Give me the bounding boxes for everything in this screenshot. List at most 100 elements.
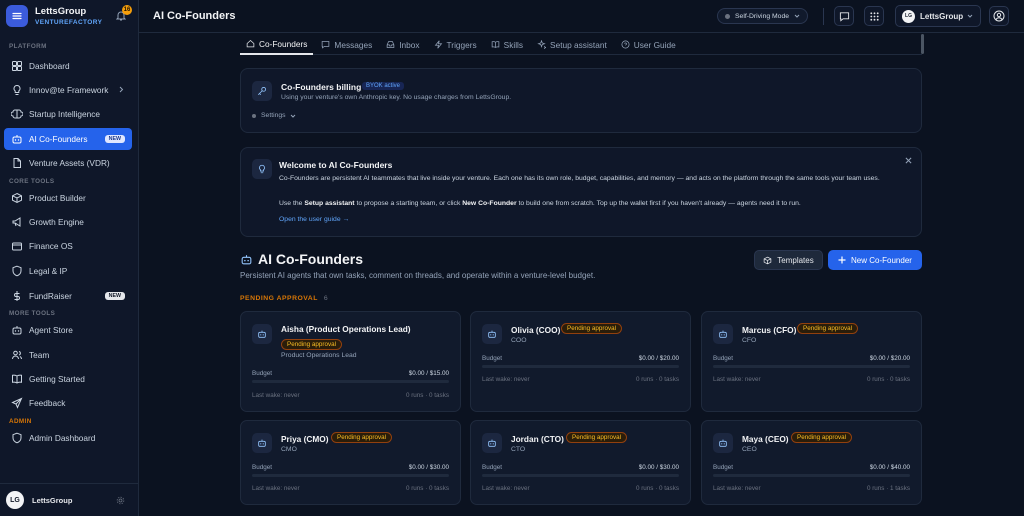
billing-description: Using your venture's own Anthropic key. …: [281, 94, 512, 101]
agent-name: Maya (CEO): [742, 434, 789, 444]
sidebar-item-label: Getting Started: [29, 374, 85, 384]
new-cofounder-button[interactable]: New Co-Founder: [828, 250, 922, 270]
tab-label: Skills: [503, 39, 524, 50]
messages-button[interactable]: [834, 6, 854, 26]
sidebar-item-agent-store[interactable]: Agent Store: [4, 319, 132, 341]
status-badge: Pending approval: [281, 339, 343, 350]
tab-user-guide[interactable]: User Guide: [615, 34, 682, 55]
tab-setup-assistant[interactable]: Setup assistant: [531, 34, 613, 55]
workspace-switcher[interactable]: LG LettsGroup: [895, 5, 981, 27]
templates-button[interactable]: Templates: [754, 250, 823, 270]
sidebar-item-label: Feedback: [29, 398, 66, 408]
sidebar-item-label: Admin Dashboard: [29, 433, 96, 443]
open-user-guide-link[interactable]: Open the user guide →: [279, 216, 349, 223]
agent-card[interactable]: Marcus (CFO) Pending approval CFO Budget…: [701, 311, 922, 412]
tab-label: Setup assistant: [550, 39, 607, 50]
user-circle-icon: [993, 10, 1005, 22]
workspace-avatar: LG: [902, 9, 915, 23]
button-label: Templates: [777, 255, 814, 265]
agent-card[interactable]: Aisha (Product Operations Lead) Pending …: [240, 311, 461, 412]
zap-icon: [434, 40, 442, 49]
agent-card[interactable]: Jordan (CTO) Pending approval CTO Budget…: [470, 420, 691, 505]
agent-role: COO: [511, 337, 527, 344]
sidebar-item-label: Legal & IP: [29, 266, 68, 276]
runs-tasks: 0 runs · 1 tasks: [866, 485, 910, 492]
apps-grid-button[interactable]: [864, 6, 884, 26]
workspace-name: LettsGroup: [920, 11, 964, 21]
sidebar-item-venture-assets[interactable]: Venture Assets (VDR): [4, 152, 132, 174]
budget-value: $0.00 / $20.00: [869, 355, 910, 362]
tab-inbox[interactable]: Inbox: [380, 34, 425, 55]
agent-card[interactable]: Priya (CMO) Pending approval CMO Budget …: [240, 420, 461, 505]
budget-value: $0.00 / $40.00: [869, 464, 910, 471]
sidebar-item-dashboard[interactable]: Dashboard: [4, 55, 132, 77]
sidebar-item-ai-cofounders[interactable]: AI Co-Founders NEW: [4, 128, 132, 150]
tab-messages[interactable]: Messages: [315, 34, 378, 55]
sidebar-item-label: Team: [29, 350, 50, 360]
sidebar-item-label: Dashboard: [29, 61, 70, 71]
tab-triggers[interactable]: Triggers: [428, 34, 483, 55]
sidebar-item-legal-ip[interactable]: Legal & IP: [4, 260, 132, 282]
self-driving-mode-dropdown[interactable]: Self-Driving Mode: [717, 8, 809, 24]
billing-settings-toggle[interactable]: Settings: [252, 112, 296, 119]
scrollbar[interactable]: [921, 34, 924, 54]
pending-count: 6: [323, 295, 329, 302]
tab-label: Triggers: [446, 39, 477, 50]
status-badge: Pending approval: [331, 432, 393, 443]
sidebar-item-feedback[interactable]: Feedback: [4, 392, 132, 414]
agent-card[interactable]: Maya (CEO) Pending approval CEO Budget $…: [701, 420, 922, 505]
welcome-title: Welcome to AI Co-Founders: [279, 160, 393, 170]
menu-icon: [6, 5, 28, 27]
shield-icon: [12, 265, 22, 277]
bot-icon: [12, 326, 22, 335]
send-icon: [11, 397, 23, 409]
new-badge: NEW: [104, 292, 125, 300]
welcome-paragraph-1: Co-Founders are persistent AI teammates …: [279, 175, 880, 182]
welcome-paragraph-2: Use the Setup assistant to propose a sta…: [279, 198, 899, 209]
welcome-card: Welcome to AI Co-Founders Co-Founders ar…: [240, 147, 922, 237]
tab-skills[interactable]: Skills: [485, 34, 529, 55]
budget-label: Budget: [252, 464, 272, 471]
sidebar-item-label: Startup Intelligence: [29, 109, 101, 119]
users-icon: [12, 350, 22, 360]
gear-icon[interactable]: [116, 496, 125, 505]
agent-card[interactable]: Olivia (COO) Pending approval COO Budget…: [470, 311, 691, 412]
sidebar-item-innovate[interactable]: Innov@te Framework: [4, 79, 132, 101]
sidebar-item-growth-engine[interactable]: Growth Engine: [4, 211, 132, 233]
sidebar-item-admin-dashboard[interactable]: Admin Dashboard: [4, 427, 132, 449]
header-divider: [823, 8, 824, 25]
sidebar-item-startup-intelligence[interactable]: Startup Intelligence: [4, 103, 132, 125]
bot-icon: [241, 254, 252, 264]
bot-icon: [713, 324, 733, 344]
sidebar: LettsGroup VENTUREFACTORY 16 PLATFORM Da…: [0, 0, 139, 516]
user-profile[interactable]: LG LettsGroup: [0, 483, 139, 516]
text: to propose a starting team, or click: [354, 200, 463, 207]
sidebar-item-getting-started[interactable]: Getting Started: [4, 368, 132, 390]
budget-bar: [713, 474, 910, 477]
agent-role: CTO: [511, 446, 526, 453]
agent-role: Product Operations Lead: [281, 352, 357, 359]
account-button[interactable]: [989, 6, 1009, 26]
sidebar-item-team[interactable]: Team: [4, 344, 132, 366]
agent-name: Olivia (COO): [511, 325, 561, 335]
close-icon[interactable]: [905, 157, 912, 164]
sidebar-item-label: Venture Assets (VDR): [29, 158, 110, 168]
sidebar-item-fundraiser[interactable]: FundRaiser NEW: [4, 285, 132, 307]
bot-icon: [482, 324, 502, 344]
billing-title: Co-Founders billing: [281, 82, 362, 92]
new-cofounder-emphasis: New Co-Founder: [462, 200, 517, 207]
tab-label: Co-Founders: [259, 38, 308, 49]
brand[interactable]: LettsGroup VENTUREFACTORY: [6, 5, 102, 27]
sidebar-item-label: Agent Store: [29, 325, 73, 335]
section-label-admin: ADMIN: [9, 418, 32, 425]
sparkles-icon: [537, 40, 547, 49]
help-circle-icon: [621, 40, 630, 49]
budget-label: Budget: [713, 464, 733, 471]
sidebar-item-product-builder[interactable]: Product Builder: [4, 187, 132, 209]
sidebar-item-finance-os[interactable]: Finance OS: [4, 235, 132, 257]
last-wake: Last wake: never: [482, 485, 530, 492]
tab-co-founders[interactable]: Co-Founders: [240, 34, 314, 55]
agent-role: CEO: [742, 446, 757, 453]
bot-icon: [482, 433, 502, 453]
budget-value: $0.00 / $20.00: [638, 355, 679, 362]
